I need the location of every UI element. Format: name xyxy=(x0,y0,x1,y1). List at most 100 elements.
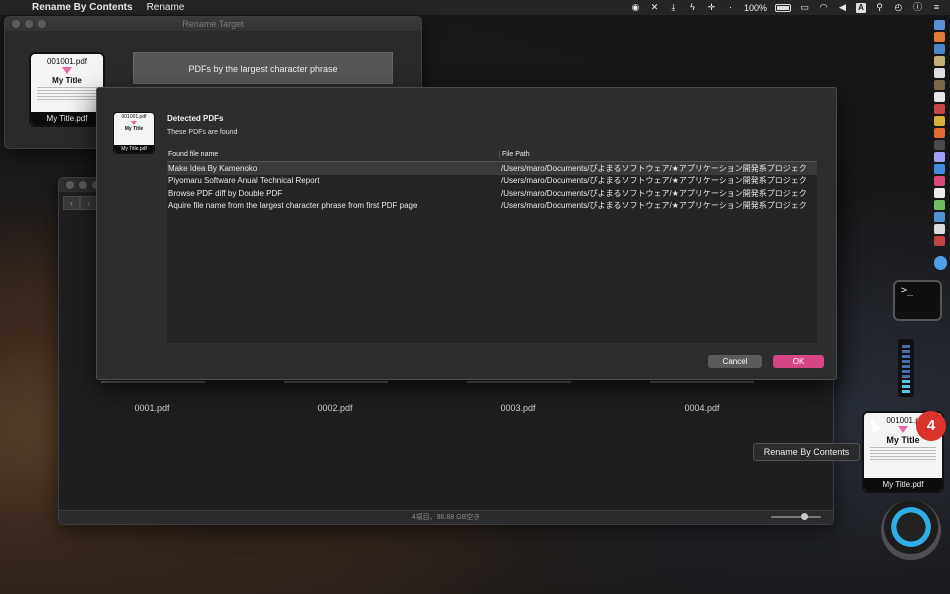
target-pdf-thumbnail[interactable]: 001001.pdf My Title My Title.pdf xyxy=(29,52,105,127)
forward-chevron-icon[interactable]: › xyxy=(80,196,97,210)
thumb-title: My Title xyxy=(124,126,144,132)
finder-status-bar: 4項目、96.88 GB空き xyxy=(59,510,833,524)
thumb-filename: 001001.pdf xyxy=(46,57,88,66)
rename-target-titlebar[interactable]: Rename Target xyxy=(5,17,421,31)
file-item[interactable]: 0001.pdf xyxy=(102,403,202,413)
icon-size-slider[interactable] xyxy=(771,513,821,520)
column-header-name[interactable]: Found file name xyxy=(167,151,499,158)
app-icon[interactable] xyxy=(934,44,945,54)
cell-path: /Users/maro/Documents/ぴよまるソフトウェア/★アプリケーシ… xyxy=(501,163,807,173)
sync-icon[interactable]: ✕ xyxy=(649,3,660,12)
menu-bar: Rename By Contents Rename ◉ ✕ ⤓ ϟ ✛ · 10… xyxy=(0,0,950,15)
window-title: Rename Target xyxy=(182,19,244,29)
app-icon[interactable] xyxy=(934,68,945,78)
terminal-app-icon[interactable]: >_ xyxy=(893,280,942,321)
file-divider xyxy=(284,381,388,383)
bolt-icon[interactable]: ϟ xyxy=(687,3,698,12)
app-icon[interactable] xyxy=(934,188,945,198)
time-machine-icon[interactable]: ◴ xyxy=(893,3,904,12)
app-icon[interactable] xyxy=(934,224,945,234)
table-row[interactable]: Piyomaru Software Anual Technical Report… xyxy=(167,175,817,188)
thumb-filename: 001001.pdf xyxy=(121,114,147,120)
thumb-caption: My Title.pdf xyxy=(114,145,154,153)
app-icon[interactable] xyxy=(934,128,945,138)
thumb-title: My Title xyxy=(52,76,82,85)
crosshair-icon[interactable]: ✛ xyxy=(706,3,717,12)
terminal-prompt: >_ xyxy=(901,285,914,296)
app-icon[interactable] xyxy=(934,164,945,174)
pointer-marker-icon xyxy=(62,67,72,74)
app-icon[interactable] xyxy=(934,116,945,126)
ok-button[interactable]: OK xyxy=(773,355,824,368)
file-item[interactable]: 0002.pdf xyxy=(285,403,385,413)
cell-name: Aquire file name from the largest charac… xyxy=(168,201,418,211)
found-pdfs-table: Found file name File Path Make Idea By K… xyxy=(167,147,817,343)
status-text: 4項目、96.88 GB空き xyxy=(411,514,481,521)
app-icon[interactable] xyxy=(934,20,945,30)
cancel-button[interactable]: Cancel xyxy=(708,355,762,368)
dock-tooltip: Rename By Contents xyxy=(753,443,860,461)
thumb-caption: My Title.pdf xyxy=(864,478,942,491)
thumb-text-lines xyxy=(37,87,97,101)
volume-icon[interactable]: ◀ xyxy=(837,3,848,12)
table-body: Make Idea By Kamenoko /Users/maro/Docume… xyxy=(167,162,817,343)
app-icon[interactable] xyxy=(934,236,945,246)
app-icon[interactable] xyxy=(934,152,945,162)
display-icon[interactable]: ▭ xyxy=(799,3,810,12)
table-row[interactable]: Make Idea By Kamenoko /Users/maro/Docume… xyxy=(167,162,817,175)
cell-name: Make Idea By Kamenoko xyxy=(168,163,258,173)
back-chevron-icon[interactable]: ‹ xyxy=(63,196,80,210)
table-header: Found file name File Path xyxy=(167,147,817,162)
nav-buttons: ‹ › xyxy=(63,196,97,210)
battery-percent: 100% xyxy=(743,2,767,13)
slider-knob[interactable] xyxy=(801,513,808,520)
app-icon[interactable] xyxy=(934,56,945,66)
record-icon[interactable]: ◉ xyxy=(630,3,641,12)
largest-phrase-button[interactable]: PDFs by the largest character phrase xyxy=(133,52,393,84)
table-row[interactable]: Browse PDF diff by Double PDF /Users/mar… xyxy=(167,187,817,200)
column-header-path[interactable]: File Path xyxy=(499,150,817,158)
dialog-title: Detected PDFs xyxy=(167,114,224,123)
cell-name: Piyomaru Software Anual Technical Report xyxy=(168,176,320,186)
file-divider xyxy=(101,381,205,383)
quicktime-app-icon[interactable] xyxy=(881,500,941,560)
app-icon[interactable] xyxy=(934,32,945,42)
app-icon[interactable] xyxy=(934,256,947,270)
menu-app-name[interactable]: Rename By Contents xyxy=(32,2,133,13)
menu-rename[interactable]: Rename xyxy=(147,2,185,13)
detected-pdfs-dialog: 001001.pdf My Title My Title.pdf Detecte… xyxy=(96,87,837,380)
dot-icon: · xyxy=(728,2,732,12)
file-item[interactable]: 0004.pdf xyxy=(652,403,752,413)
file-item[interactable]: 0003.pdf xyxy=(468,403,568,413)
list-icon[interactable]: ≡ xyxy=(931,3,942,12)
pointer-marker-icon xyxy=(131,121,137,125)
minimize-button[interactable] xyxy=(79,181,87,189)
menu-extras: ◉ ✕ ⤓ ϟ ✛ · 100% ▭ ◠ ◀ A ⚲ ◴ ⓘ ≡ xyxy=(630,2,942,13)
download-icon[interactable]: ⤓ xyxy=(668,3,679,12)
app-icon[interactable] xyxy=(934,92,945,102)
app-icon[interactable] xyxy=(934,80,945,90)
cell-name: Browse PDF diff by Double PDF xyxy=(168,188,283,198)
notification-badge: 4 xyxy=(916,411,946,441)
search-icon[interactable]: ⚲ xyxy=(874,3,885,12)
thumb-caption: My Title.pdf xyxy=(31,112,103,125)
table-row[interactable]: Aquire file name from the largest charac… xyxy=(167,200,817,213)
battery-icon[interactable] xyxy=(775,3,791,12)
thumb-text-lines xyxy=(870,447,936,461)
activity-meter-icon[interactable] xyxy=(898,339,914,397)
app-icon[interactable] xyxy=(934,212,945,222)
cell-path: /Users/maro/Documents/ぴよまるソフトウェア/★アプリケーシ… xyxy=(501,176,807,186)
dialog-subtitle: These PDFs are found xyxy=(167,129,238,136)
wifi-icon[interactable]: ◠ xyxy=(818,3,829,12)
dialog-pdf-icon: 001001.pdf My Title My Title.pdf xyxy=(113,112,155,154)
close-button[interactable] xyxy=(66,181,74,189)
cell-path: /Users/maro/Documents/ぴよまるソフトウェア/★アプリケーシ… xyxy=(501,188,807,198)
app-icon[interactable] xyxy=(934,200,945,210)
app-icon[interactable] xyxy=(934,104,945,114)
input-source-icon[interactable]: A xyxy=(856,2,866,13)
app-icon[interactable] xyxy=(934,176,945,186)
info-icon[interactable]: ⓘ xyxy=(912,3,923,12)
app-icon[interactable] xyxy=(934,140,945,150)
file-divider xyxy=(467,381,571,383)
file-divider xyxy=(650,381,754,383)
